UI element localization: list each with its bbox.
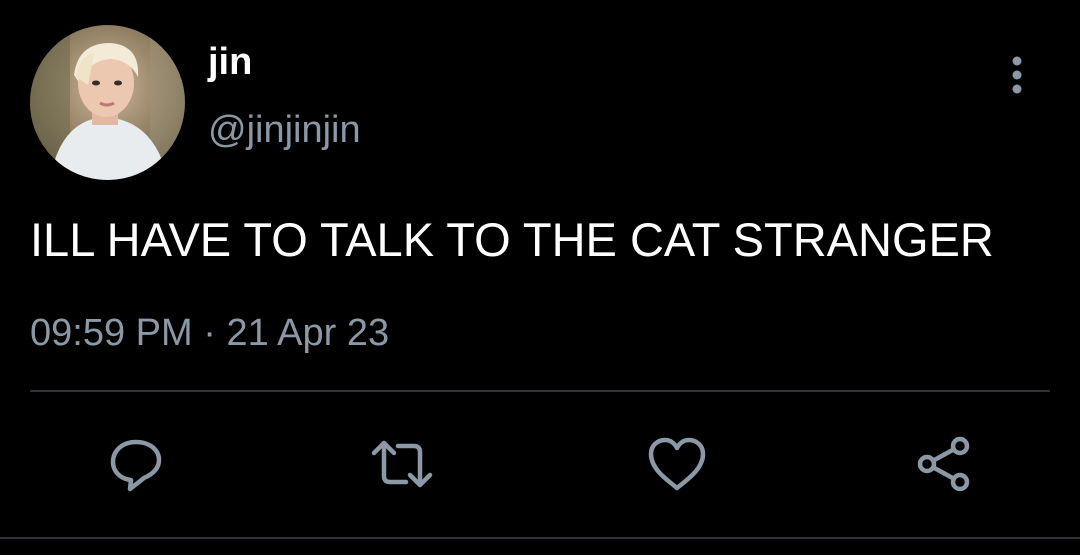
share-icon — [917, 436, 970, 492]
heart-icon — [648, 437, 706, 491]
reply-icon — [110, 439, 162, 492]
display-name[interactable]: jin — [208, 40, 252, 84]
tweet-date[interactable]: 21 Apr 23 — [226, 312, 389, 354]
user-handle[interactable]: @jinjinjin — [208, 108, 361, 152]
tweet-text: ILL HAVE TO TALK TO THE CAT STRANGER — [30, 213, 994, 266]
avatar-image — [30, 25, 185, 180]
reply-button[interactable] — [104, 432, 168, 496]
tweet-meta: 09:59 PM · 21 Apr 23 — [30, 310, 389, 356]
retweet-button[interactable] — [370, 432, 434, 496]
like-button[interactable] — [645, 432, 709, 496]
bottom-divider — [0, 537, 1080, 539]
tweet-time[interactable]: 09:59 PM — [30, 312, 193, 354]
meta-separator: · — [203, 312, 216, 354]
divider — [30, 390, 1050, 392]
retweet-icon — [371, 440, 433, 488]
more-vertical-icon — [1012, 56, 1022, 94]
more-options-button[interactable] — [998, 52, 1036, 98]
share-button[interactable] — [912, 432, 976, 496]
avatar[interactable] — [30, 25, 185, 180]
